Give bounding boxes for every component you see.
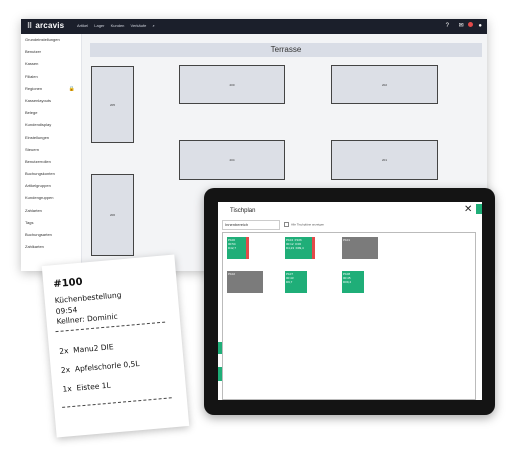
receipt-title: Küchenbestellung — [54, 290, 122, 306]
message-icon[interactable]: ✉ — [455, 22, 473, 29]
sidebar-item-kundengruppen[interactable]: Kundengruppen — [21, 192, 81, 204]
sidebar-item-tags[interactable]: Tags — [21, 217, 81, 229]
kitchen-receipt: #100 Küchenbestellung 09:54 Kellner: Dom… — [41, 254, 190, 438]
sidebar-item-steuern[interactable]: Steuern — [21, 144, 81, 156]
table-tile[interactable]: P102 — [227, 271, 263, 293]
show-all-checkbox[interactable]: Alle Tischpläne anzeigen — [284, 222, 324, 227]
table-plan-dialog: Tischplan ✕ Innenbereich Alle Tischpläne… — [222, 204, 476, 400]
settings-sidebar: Grundeinstellungen Benutzer Kassen Filia… — [21, 34, 82, 271]
notification-badge — [467, 22, 473, 27]
receipt-item: 2x Apfelschorle 0,5L — [60, 358, 140, 375]
table-206[interactable]: 206 — [91, 174, 134, 256]
table-tile[interactable]: P101 — [342, 237, 378, 259]
table-tile[interactable]: P107 00:43 D9,7 — [285, 271, 307, 293]
sidebar-item-artikelgruppen[interactable]: Artikelgruppen — [21, 180, 81, 192]
checkbox-icon — [284, 222, 289, 227]
table-202[interactable]: 202 — [331, 65, 438, 104]
app-logo[interactable]: ⠿ arcavis — [27, 21, 64, 30]
sidebar-item-zahlarten[interactable]: Zahlarten — [21, 205, 81, 217]
sidebar-item-buchungsarten[interactable]: Buchungsarten — [21, 229, 81, 241]
table-201[interactable]: 201 — [331, 140, 438, 180]
sidebar-item-kassen[interactable]: Kassen — [21, 58, 81, 70]
table-200[interactable]: 200 — [179, 65, 285, 104]
user-icon[interactable]: ● — [478, 23, 482, 29]
help-icon[interactable]: ? — [446, 23, 449, 29]
top-right-icons: ? ✉ ● — [442, 22, 482, 29]
nav-lager[interactable]: Lager — [94, 23, 104, 28]
search-icon[interactable]: ⌕ — [152, 23, 154, 28]
sidebar-item-grundeinstellungen[interactable]: Grundeinstellungen — [21, 34, 81, 46]
tablet-device: Tischplan ✕ Innenbereich Alle Tischpläne… — [204, 188, 495, 415]
lock-icon: 🔒 — [68, 85, 75, 92]
sidebar-item-einstellungen[interactable]: Einstellungen — [21, 132, 81, 144]
nav-kunden[interactable]: Kunden — [111, 23, 125, 28]
sidebar-item-benutzerrollen[interactable]: Benutzerrollen — [21, 156, 81, 168]
table-204[interactable]: 204 — [179, 140, 285, 180]
nav-artikel[interactable]: Artikel — [77, 23, 88, 28]
receipt-item: 1x Eistee 1L — [62, 380, 112, 394]
sidebar-item-buchungskonten[interactable]: Buchungskonten — [21, 168, 81, 180]
main-nav: Artikel Lager Kunden Verkäufe ⌕ — [77, 23, 160, 28]
sidebar-item-kassenlayouts[interactable]: Kassenlayouts — [21, 95, 81, 107]
table-tile[interactable]: P108 00:45 D09,4 — [342, 271, 364, 293]
divider — [62, 397, 172, 408]
grid-icon: ⠿ — [27, 23, 33, 30]
sidebar-item-regionen[interactable]: Regionen 🔒 — [21, 83, 81, 95]
room-title: Terrasse — [90, 43, 482, 57]
receipt-item: 2x Manu2 DIE — [58, 342, 114, 356]
receipt-number: #100 — [52, 276, 84, 291]
nav-verkaeufe[interactable]: Verkäufe — [131, 23, 147, 28]
pos-status-strip — [476, 204, 482, 214]
close-icon[interactable]: ✕ — [464, 204, 472, 215]
sidebar-item-benutzer[interactable]: Benutzer — [21, 46, 81, 58]
sidebar-item-belege[interactable]: Belege — [21, 107, 81, 119]
area-select[interactable]: Innenbereich — [222, 220, 280, 230]
status-bar — [312, 237, 315, 259]
top-navbar: ⠿ arcavis Artikel Lager Kunden Verkäufe ⌕… — [21, 19, 487, 34]
table-plan-area: P100 00:54 D42,7 P104 P106 00:12 0:06 D4… — [222, 232, 476, 400]
table-tile[interactable]: P100 00:54 D42,7 — [227, 237, 249, 259]
tablet-screen: Tischplan ✕ Innenbereich Alle Tischpläne… — [218, 202, 482, 400]
table-205[interactable]: 205 — [91, 66, 134, 143]
sidebar-item-zahlkarten[interactable]: Zahlkarten — [21, 241, 81, 253]
sidebar-item-filialen[interactable]: Filialen — [21, 71, 81, 83]
status-bar — [246, 237, 249, 259]
sidebar-item-kundendisplay[interactable]: Kundendisplay — [21, 119, 81, 131]
dialog-title: Tischplan — [230, 208, 256, 214]
table-tile[interactable]: P104 P106 00:12 0:06 D4,23 D99,4 — [285, 237, 315, 259]
